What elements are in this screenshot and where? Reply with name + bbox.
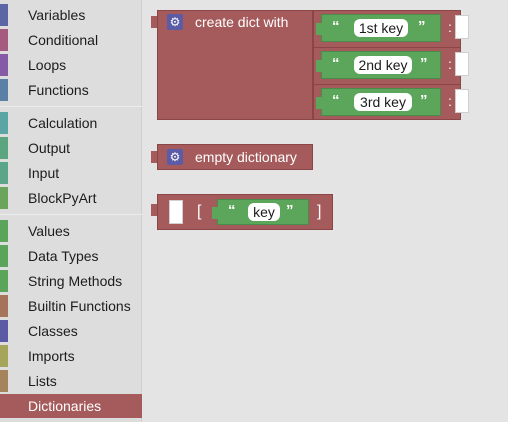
open-quote: “ [332, 18, 340, 35]
value-input-socket[interactable] [455, 89, 469, 113]
category-color-swatch [0, 295, 8, 317]
category-classes[interactable]: Classes [0, 319, 142, 343]
toolbox: Variables Conditional Loops Functions Ca… [0, 0, 142, 422]
open-quote: “ [332, 55, 340, 72]
mutator-gear-icon[interactable]: ⚙ [167, 149, 183, 165]
category-label: Data Types [28, 248, 99, 264]
string-block[interactable]: “ key ” [212, 199, 309, 225]
key-text-field[interactable]: key [248, 203, 280, 221]
category-label: Output [28, 140, 71, 156]
category-label: String Methods [28, 273, 123, 289]
category-label: Conditional [28, 32, 99, 48]
open-quote: “ [332, 92, 340, 109]
category-variables[interactable]: Variables [0, 3, 142, 27]
block-label: create dict with [195, 14, 289, 30]
category-functions[interactable]: Functions [0, 78, 142, 102]
category-color-swatch [0, 395, 8, 417]
close-quote: ” [418, 18, 426, 35]
create-dict-block[interactable]: ⚙ create dict with “ 1st key ” : “ 2nd k… [151, 10, 469, 120]
close-quote: ” [420, 92, 428, 109]
output-connector [151, 204, 157, 216]
category-color-swatch [0, 320, 8, 342]
category-lists[interactable]: Lists [0, 369, 142, 393]
mutator-gear-icon[interactable]: ⚙ [167, 14, 183, 30]
category-color-swatch [0, 345, 8, 367]
pair-colon: : [448, 93, 452, 109]
category-output[interactable]: Output [0, 136, 142, 160]
value-input-socket[interactable] [455, 15, 469, 39]
category-label: Variables [28, 7, 86, 23]
category-color-swatch [0, 29, 8, 51]
string-block[interactable]: “ 1st key ” [316, 14, 441, 42]
category-conditional[interactable]: Conditional [0, 28, 142, 52]
category-calculation[interactable]: Calculation [0, 111, 142, 135]
close-quote: ” [420, 55, 428, 72]
output-connector [151, 16, 157, 28]
category-label: Loops [28, 57, 67, 73]
category-label: Values [28, 223, 70, 239]
category-color-swatch [0, 4, 8, 26]
block-label: empty dictionary [195, 149, 297, 165]
blocks-workspace[interactable]: ⚙ create dict with “ 1st key ” : “ 2nd k… [143, 0, 508, 422]
close-bracket: ] [317, 203, 322, 220]
category-label: BlockPyArt [28, 190, 97, 206]
category-label: Calculation [28, 115, 98, 131]
category-label: Classes [28, 323, 78, 339]
dict-access-block[interactable]: [ “ key ” ] [151, 194, 333, 230]
close-quote: ” [286, 202, 294, 219]
category-color-swatch [0, 370, 8, 392]
category-color-swatch [0, 270, 8, 292]
pair-colon: : [448, 56, 452, 72]
category-separator [0, 106, 142, 107]
category-label: Dictionaries [28, 398, 102, 414]
category-color-swatch [0, 187, 8, 209]
category-color-swatch [0, 112, 8, 134]
category-values[interactable]: Values [0, 219, 142, 243]
string-block[interactable]: “ 3rd key ” [316, 88, 441, 116]
key-text-field[interactable]: 2nd key [354, 56, 412, 74]
category-blockpyart[interactable]: BlockPyArt [0, 186, 142, 210]
category-imports[interactable]: Imports [0, 344, 142, 368]
output-connector [151, 151, 157, 163]
empty-dictionary-block[interactable]: ⚙ empty dictionary [151, 144, 313, 170]
category-builtin-functions[interactable]: Builtin Functions [0, 294, 142, 318]
category-dictionaries[interactable]: Dictionaries [0, 394, 142, 418]
category-color-swatch [0, 79, 8, 101]
key-text-field[interactable]: 3rd key [354, 93, 412, 111]
category-separator [0, 214, 142, 215]
category-input[interactable]: Input [0, 161, 142, 185]
category-label: Input [28, 165, 60, 181]
value-input-socket[interactable] [455, 52, 469, 76]
open-quote: “ [228, 202, 236, 219]
category-data-types[interactable]: Data Types [0, 244, 142, 268]
dict-input-socket[interactable] [169, 200, 183, 224]
category-loops[interactable]: Loops [0, 53, 142, 77]
category-color-swatch [0, 162, 8, 184]
category-string-methods[interactable]: String Methods [0, 269, 142, 293]
category-color-swatch [0, 137, 8, 159]
category-label: Functions [28, 82, 89, 98]
open-bracket: [ [197, 203, 202, 220]
category-color-swatch [0, 245, 8, 267]
category-color-swatch [0, 220, 8, 242]
category-label: Builtin Functions [28, 298, 131, 314]
category-label: Imports [28, 348, 75, 364]
pair-colon: : [448, 19, 452, 35]
string-block[interactable]: “ 2nd key ” [316, 51, 441, 79]
key-text-field[interactable]: 1st key [354, 19, 408, 37]
category-color-swatch [0, 54, 8, 76]
category-label: Lists [28, 373, 57, 389]
